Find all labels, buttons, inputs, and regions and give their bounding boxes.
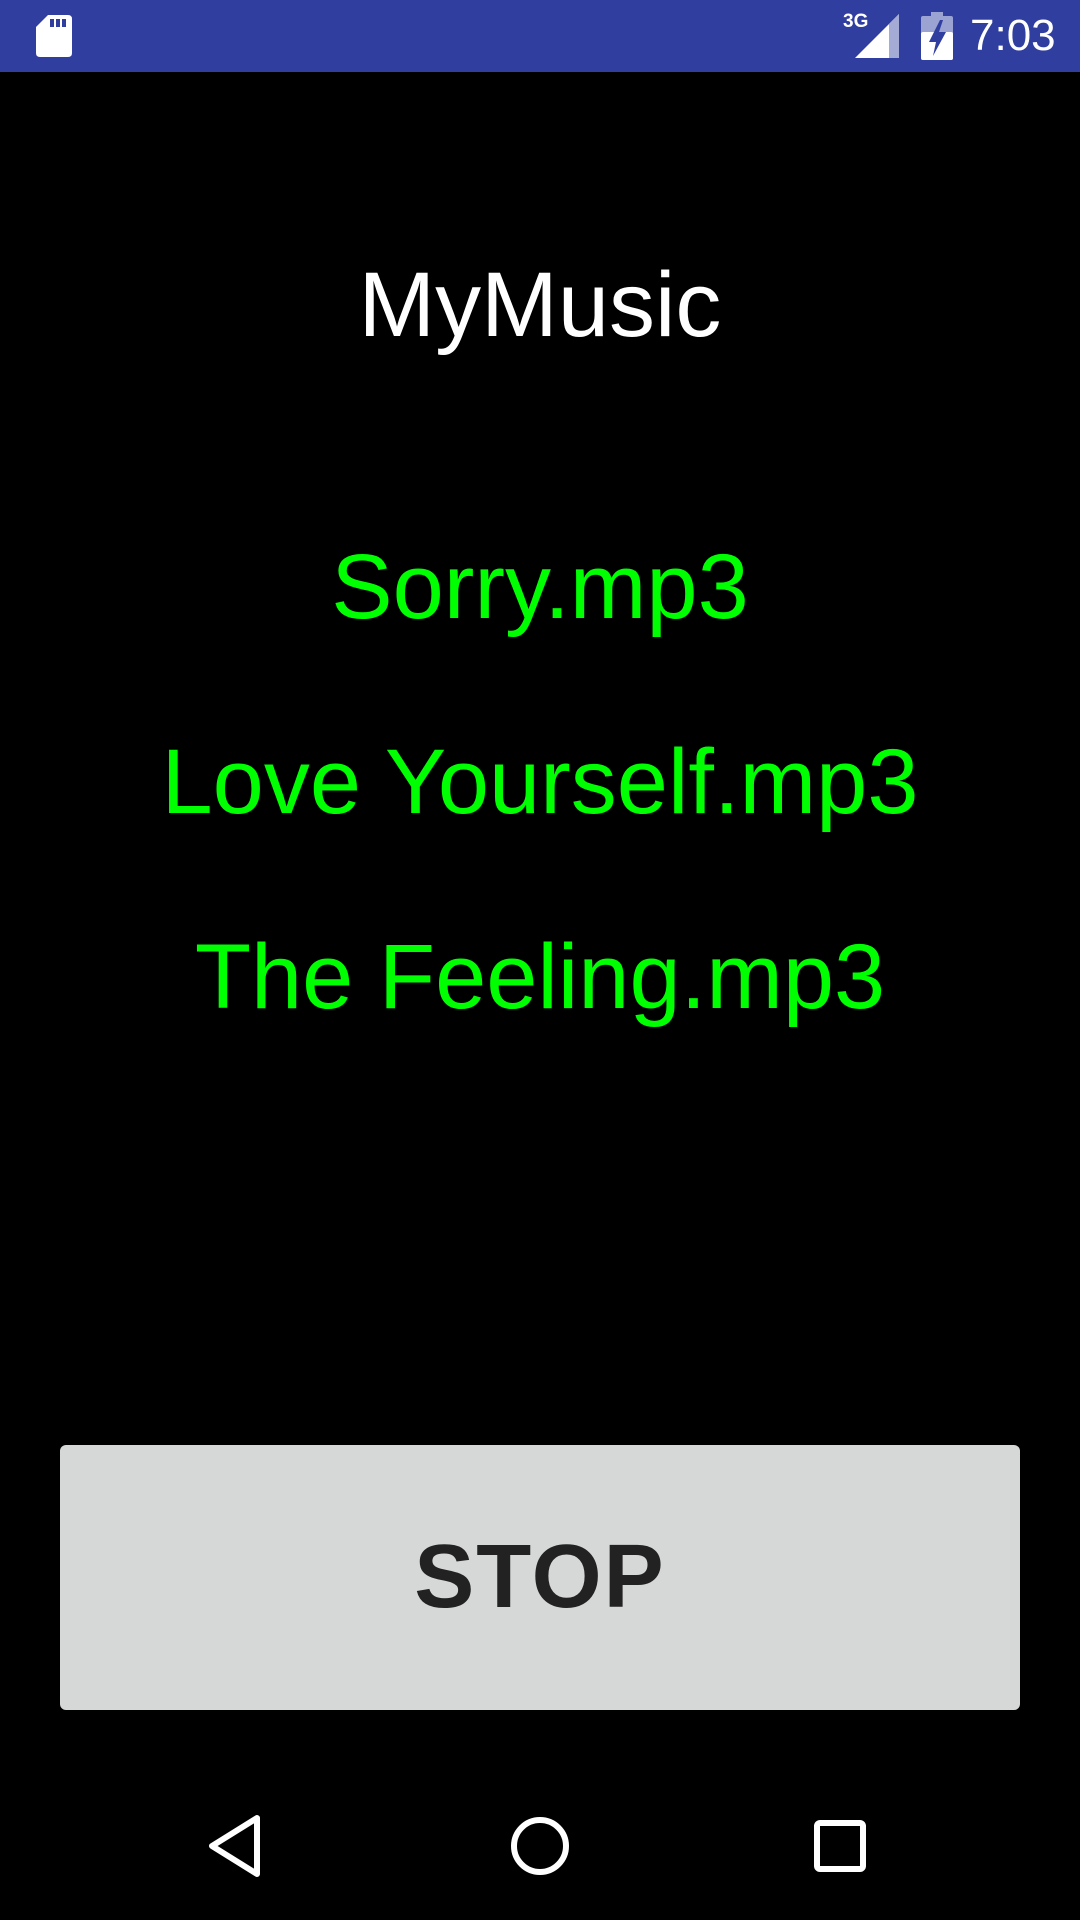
back-icon[interactable] — [190, 1796, 290, 1896]
song-item[interactable]: Love Yourself.mp3 — [0, 725, 1080, 920]
status-time: 7:03 — [970, 11, 1056, 60]
signal-indicator: 3G — [843, 12, 899, 58]
app-title: MyMusic — [358, 254, 722, 356]
screen: 3G 7:03 MyMusic Sorry.mp3 Love Yourself.… — [0, 0, 1080, 1920]
stop-button[interactable]: STOP — [60, 1445, 1020, 1710]
song-item[interactable]: The Feeling.mp3 — [0, 920, 1080, 1115]
sd-card-icon — [36, 15, 72, 57]
song-list: Sorry.mp3 Love Yourself.mp3 The Feeling.… — [0, 530, 1080, 1115]
status-bar: 3G 7:03 — [0, 0, 1080, 72]
home-icon[interactable] — [490, 1796, 590, 1896]
navigation-bar — [0, 1776, 1080, 1920]
signal-icon — [855, 14, 899, 58]
recents-icon[interactable] — [790, 1796, 890, 1896]
song-item[interactable]: Sorry.mp3 — [0, 530, 1080, 725]
battery-charging-icon — [921, 12, 953, 60]
